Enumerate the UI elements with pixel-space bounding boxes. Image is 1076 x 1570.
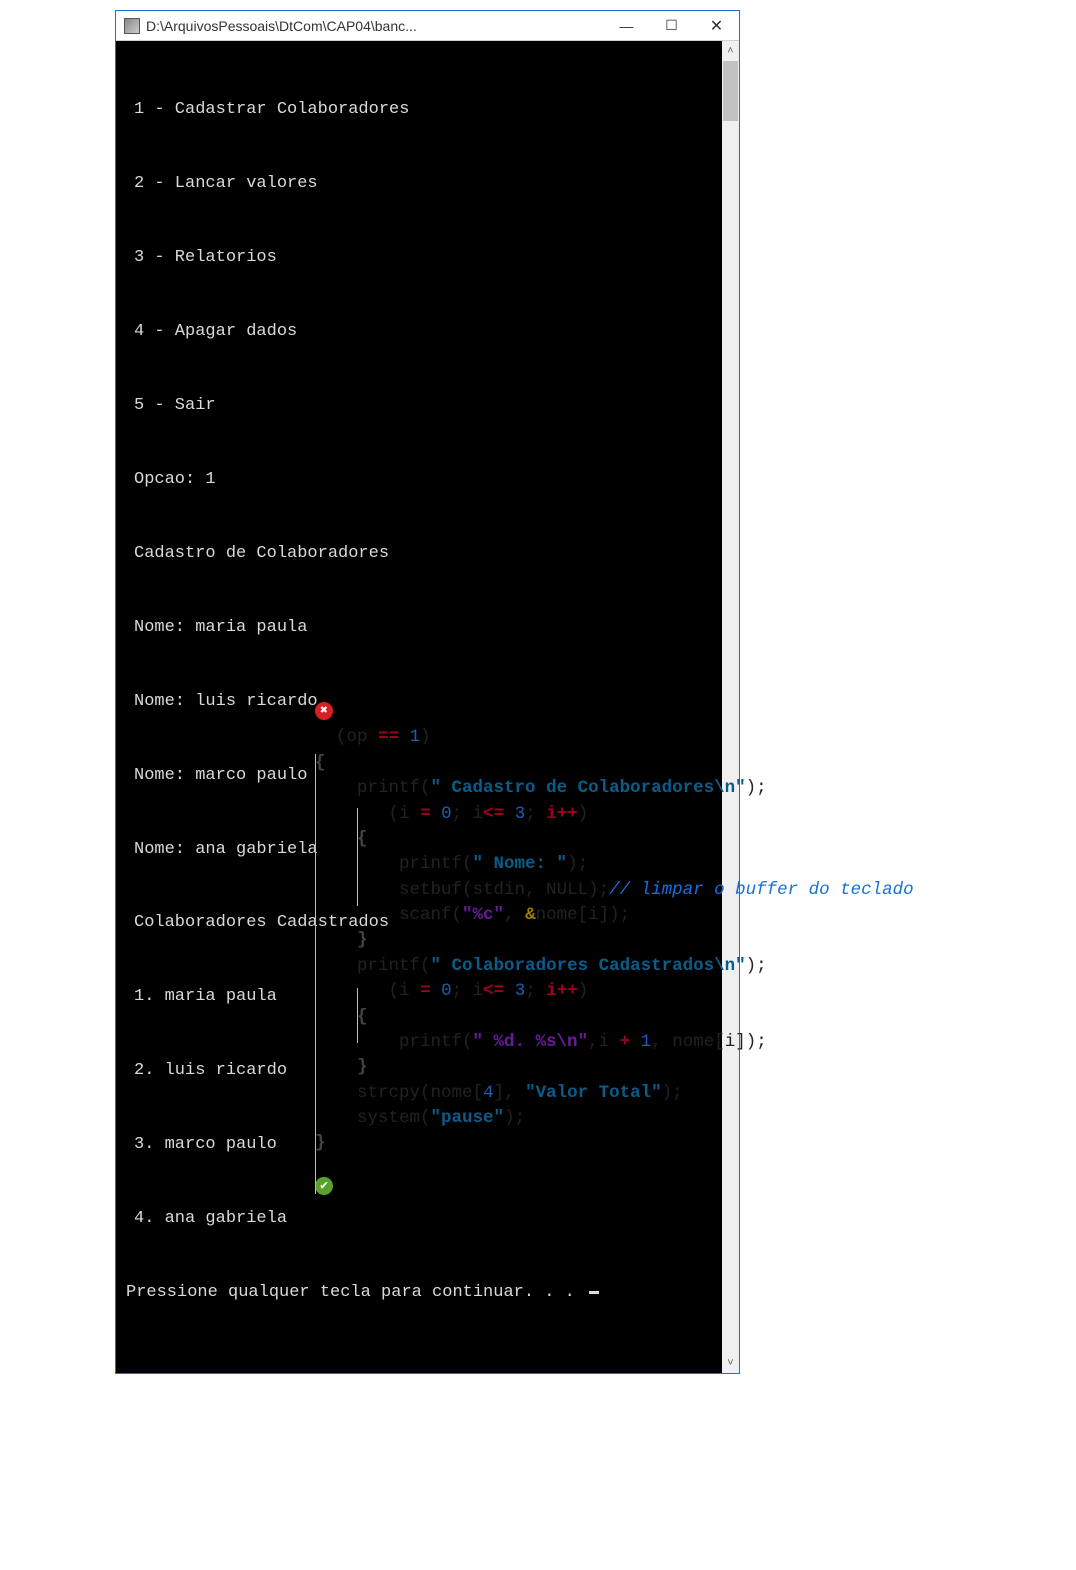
status-ok-row: ✔ [315, 1175, 914, 1200]
console-line: 2 - Lancar valores [126, 172, 722, 197]
code-line: setbuf(stdin, NULL);// limpar o buffer d… [315, 878, 914, 903]
cursor-icon [589, 1291, 599, 1294]
code-line: printf(" Cadastro de Colaboradores\n"); [315, 776, 914, 801]
code-line: { [315, 1005, 914, 1030]
scroll-thumb[interactable] [723, 61, 738, 121]
code-line: } [315, 1131, 914, 1156]
code-line: for(i = 0; i<= 3; i++) [315, 979, 914, 1004]
console-line: 1 - Cadastrar Colaboradores [126, 98, 722, 123]
code-line: { [315, 827, 914, 852]
window-title: D:\ArquivosPessoais\DtCom\CAP04\banc... [146, 18, 604, 34]
code-line: printf(" Nome: "); [315, 852, 914, 877]
minimize-button[interactable]: — [604, 11, 649, 41]
code-snippet: ✖ if(op == 1) { printf(" Cadastro de Col… [315, 700, 914, 1200]
console-line: 4. ana gabriela [126, 1207, 722, 1232]
app-icon [124, 18, 140, 34]
console-line: 5 - Sair [126, 394, 722, 419]
code-line: for(i = 0; i<= 3; i++) [315, 802, 914, 827]
window-titlebar[interactable]: D:\ArquivosPessoais\DtCom\CAP04\banc... … [116, 11, 739, 41]
code-line: scanf("%c", &nome[i]); [315, 903, 914, 928]
status-error-row: ✖ [315, 700, 914, 725]
maximize-button[interactable]: ☐ [649, 11, 694, 41]
code-line: printf(" Colaboradores Cadastrados\n"); [315, 954, 914, 979]
console-line: Nome: maria paula [126, 616, 722, 641]
console-line: Pressione qualquer tecla para continuar.… [126, 1281, 722, 1306]
scroll-down-icon[interactable]: ˅ [727, 1353, 733, 1373]
code-line: } [315, 928, 914, 953]
console-line: 3 - Relatorios [126, 246, 722, 271]
check-icon: ✔ [315, 1177, 333, 1195]
code-line: printf(" %d. %s\n",i + 1, nome[i]); [315, 1030, 914, 1055]
code-line: { [315, 751, 914, 776]
code-line: } [315, 1055, 914, 1080]
console-line: 4 - Apagar dados [126, 320, 722, 345]
console-line: Cadastro de Colaboradores [126, 542, 722, 567]
console-line: Opcao: 1 [126, 468, 722, 493]
close-button[interactable]: ✕ [694, 11, 739, 41]
code-line: strcpy(nome[4], "Valor Total"); [315, 1081, 914, 1106]
scroll-up-icon[interactable]: ˄ [727, 41, 733, 61]
code-line: if(op == 1) [315, 725, 914, 750]
code-line: system("pause"); [315, 1106, 914, 1131]
error-icon: ✖ [315, 702, 333, 720]
